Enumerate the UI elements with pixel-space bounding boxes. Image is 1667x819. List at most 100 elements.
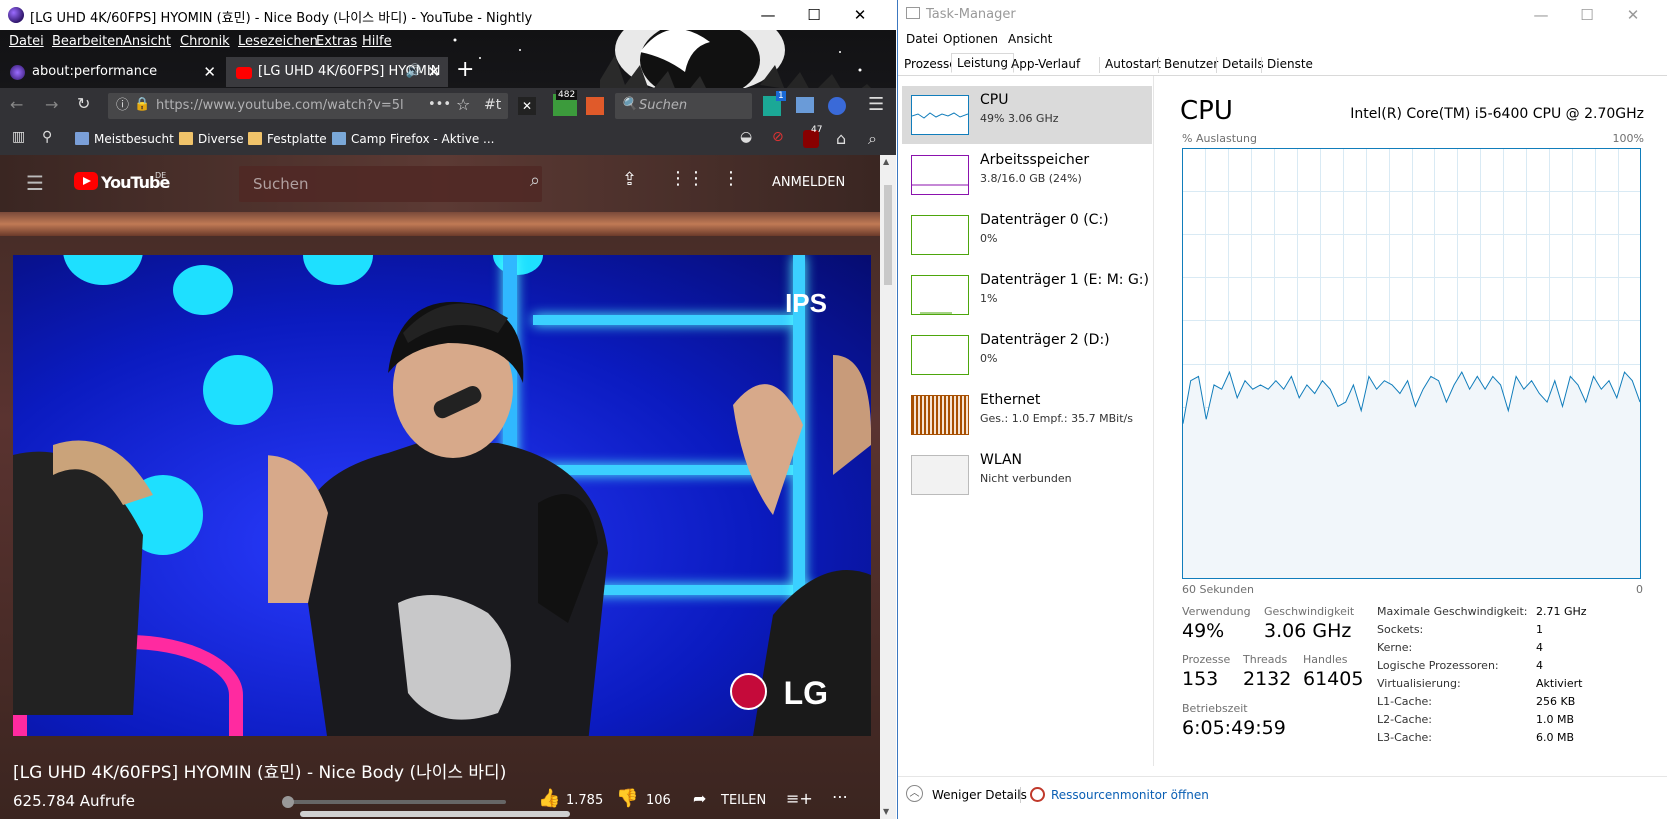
extension-screenshot-icon[interactable]: [796, 97, 814, 113]
mask-icon[interactable]: ◒: [740, 129, 752, 145]
tab-benutzer[interactable]: Benutzer: [1164, 57, 1218, 71]
blocked-icon[interactable]: ⊘: [772, 129, 784, 145]
upload-icon[interactable]: ⇪: [622, 169, 637, 190]
youtube-logo-icon[interactable]: [74, 172, 98, 190]
tab-about-performance[interactable]: about:performance ✕: [0, 57, 224, 87]
extension-x-icon[interactable]: ✕: [518, 97, 536, 115]
menu-hilfe[interactable]: Hilfe: [362, 34, 392, 49]
scroll-down-icon[interactable]: ▼: [883, 807, 889, 816]
share-button[interactable]: TEILEN: [721, 793, 766, 808]
like-icon[interactable]: 👍: [538, 788, 560, 809]
horizontal-scrollbar-thumb[interactable]: [300, 811, 570, 817]
ethernet-mini-graph: [911, 395, 969, 435]
menu-optionen[interactable]: Optionen: [943, 32, 998, 46]
maximize-button[interactable]: ☐: [1564, 3, 1610, 27]
dislike-icon[interactable]: 👎: [616, 788, 638, 809]
hamburger-menu-icon[interactable]: ☰: [868, 94, 884, 115]
guide-menu-icon[interactable]: ☰: [26, 171, 44, 195]
tab-app-verlauf[interactable]: App-Verlauf: [1011, 57, 1080, 71]
search-icon[interactable]: ⌕: [868, 129, 877, 149]
tab-youtube[interactable]: [LG UHD 4K/60FPS] HYOMIN 🔊 ✕: [226, 57, 448, 87]
share-icon[interactable]: ➦: [693, 789, 706, 808]
close-button[interactable]: ✕: [1610, 3, 1656, 27]
lg-overlay-text: LG: [783, 675, 828, 711]
close-tab-icon[interactable]: ✕: [203, 57, 216, 87]
forward-icon[interactable]: →: [45, 95, 58, 114]
extension-globe-icon[interactable]: [828, 97, 846, 115]
menu-extras[interactable]: Extras: [316, 34, 357, 49]
close-button[interactable]: ✕: [837, 3, 883, 27]
extension-badge: 482: [556, 90, 578, 100]
resource-memory[interactable]: Arbeitsspeicher 3.8/16.0 GB (24%): [902, 146, 1152, 204]
bookmark-meistbesucht[interactable]: Meistbesucht: [75, 132, 174, 146]
resource-disk-2[interactable]: Datenträger 2 (D:) 0%: [902, 326, 1152, 384]
chevron-up-icon[interactable]: ︿: [906, 785, 923, 802]
resource-disk-0[interactable]: Datenträger 0 (C:) 0%: [902, 206, 1152, 264]
menu-chronik[interactable]: Chronik: [180, 34, 230, 49]
scroll-up-icon[interactable]: ▲: [883, 157, 889, 166]
minimize-button[interactable]: —: [1518, 3, 1564, 27]
menu-lesezeichen[interactable]: Lesezeichen: [238, 34, 318, 49]
lg-logo-icon: [730, 673, 767, 710]
menu-bearbeiten[interactable]: Bearbeiten: [52, 34, 123, 49]
menu-ansicht[interactable]: Ansicht: [123, 34, 171, 49]
reload-icon[interactable]: ↻: [77, 94, 90, 113]
bookmark-star-icon[interactable]: ☆: [456, 95, 470, 114]
back-icon[interactable]: ←: [10, 95, 23, 114]
fewer-details-button[interactable]: Weniger Details: [932, 788, 1027, 802]
menu-ansicht[interactable]: Ansicht: [1008, 32, 1052, 46]
disk-mini-graph: [911, 335, 969, 375]
speaker-icon[interactable]: 🔊: [406, 57, 422, 87]
lock-icon: 🔒: [134, 97, 151, 112]
menu-datei[interactable]: Datei: [906, 32, 938, 46]
tab-separator: [1261, 57, 1262, 73]
scrollbar-thumb[interactable]: [884, 185, 892, 285]
bookmark-festplatte[interactable]: Festplatte: [248, 132, 327, 146]
header-gradient: [0, 212, 880, 236]
add-to-playlist-icon[interactable]: ≡+: [786, 789, 813, 808]
bookmark-label: Diverse: [198, 132, 244, 146]
bookmark-label: Festplatte: [267, 132, 327, 146]
signin-button[interactable]: ANMELDEN: [772, 175, 845, 190]
handles-value: 61405: [1303, 668, 1364, 690]
resource-disk-1[interactable]: Datenträger 1 (E: M: G:) 1%: [902, 266, 1152, 324]
new-tab-button[interactable]: +: [456, 57, 474, 82]
dancer-left: [13, 440, 153, 715]
resource-ethernet[interactable]: Ethernet Ges.: 1.0 Empf.: 35.7 MBit/s: [902, 386, 1152, 444]
bookmark-camp-firefox[interactable]: Camp Firefox - Aktive ...: [332, 132, 494, 146]
tab-dienste[interactable]: Dienste: [1267, 57, 1313, 71]
home-icon[interactable]: ⌂: [836, 129, 846, 148]
more-options-icon[interactable]: ⋮: [722, 168, 740, 189]
extension-translate-icon[interactable]: [586, 97, 604, 115]
extension-link-icon[interactable]: ⚲: [42, 129, 52, 145]
stage-light: [203, 355, 273, 425]
tab-prozesse[interactable]: Prozesse: [904, 57, 957, 71]
sidebar-icon[interactable]: ▥: [12, 129, 25, 145]
more-actions-icon[interactable]: ⋯: [832, 787, 848, 806]
page-actions-icon[interactable]: •••: [428, 97, 451, 112]
apps-grid-icon[interactable]: ⋮⋮: [669, 168, 705, 189]
video-player[interactable]: IPS LG: [13, 255, 871, 736]
tab-leistung[interactable]: Leistung: [951, 53, 1014, 73]
tab-autostart[interactable]: Autostart: [1105, 57, 1161, 71]
resource-list: CPU 49% 3.06 GHz Arbeitsspeicher 3.8/16.…: [898, 76, 1154, 766]
maximize-button[interactable]: ☐: [791, 3, 837, 27]
resource-wlan[interactable]: WLAN Nicht verbunden: [902, 446, 1152, 504]
footer-bar: ︿ Weniger Details Ressourcenmonitor öffn…: [898, 776, 1667, 819]
spec-label: L1-Cache:: [1377, 695, 1433, 708]
youtube-search-input[interactable]: Suchen: [239, 166, 542, 202]
minimize-button[interactable]: —: [745, 3, 791, 27]
close-tab-icon[interactable]: ✕: [427, 57, 440, 87]
memory-mini-graph: [911, 155, 969, 195]
hashtag-icon[interactable]: #t: [484, 97, 501, 113]
menu-datei[interactable]: Datei: [9, 34, 44, 49]
search-icon[interactable]: ⌕: [530, 170, 540, 191]
cpu-usage-graph: [1182, 148, 1641, 579]
search-bar[interactable]: 🔍 Suchen: [615, 93, 752, 119]
tab-details[interactable]: Details: [1222, 57, 1264, 71]
bookmark-diverse[interactable]: Diverse: [179, 132, 244, 146]
page-scrollbar[interactable]: ▲ ▼: [880, 155, 896, 819]
open-resource-monitor-link[interactable]: Ressourcenmonitor öffnen: [1051, 788, 1209, 802]
info-icon[interactable]: ⓘ: [116, 93, 129, 119]
resource-cpu[interactable]: CPU 49% 3.06 GHz: [902, 86, 1152, 144]
